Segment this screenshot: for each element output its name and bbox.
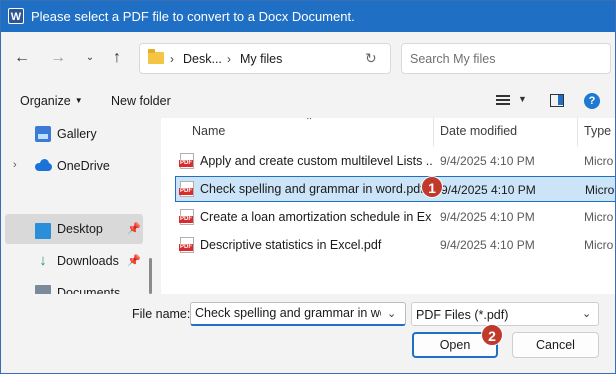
search-input[interactable] — [410, 50, 600, 68]
navigation-bar: ← → ⌄ ↑ › Desk... › My files ↻ — [1, 32, 615, 84]
sidebar-item-onedrive[interactable]: › OneDrive — [1, 151, 151, 181]
up-button[interactable]: ↑ — [106, 48, 128, 68]
dialog-title: Please select a PDF file to convert to a… — [31, 9, 355, 24]
pin-icon: 📌 — [127, 255, 141, 267]
file-row[interactable]: Create a loan amortization schedule in E… — [175, 204, 615, 230]
file-row[interactable]: Descriptive statistics in Excel.pdf 9/4/… — [175, 232, 615, 258]
chevron-right-icon: › — [170, 52, 174, 66]
pin-icon: 📌 — [127, 223, 141, 235]
file-row[interactable]: Apply and create custom multilevel Lists… — [175, 148, 615, 174]
pdf-file-icon — [179, 209, 194, 225]
file-type: Micro — [584, 154, 614, 168]
file-name-input[interactable] — [195, 306, 381, 320]
sidebar-item-documents[interactable]: Documents — [1, 278, 151, 294]
pdf-file-icon — [179, 237, 194, 253]
sidebar-item-downloads[interactable]: ↓ Downloads 📌 — [1, 246, 151, 276]
file-open-dialog: W Please select a PDF file to convert to… — [0, 0, 616, 374]
file-name-label: File name: — [132, 307, 191, 321]
file-date: 9/4/2025 4:10 PM — [440, 238, 535, 252]
chevron-right-icon: › — [227, 52, 231, 66]
sidebar-item-gallery[interactable]: Gallery — [1, 119, 151, 149]
sidebar-item-desktop[interactable]: Desktop 📌 — [5, 214, 143, 244]
file-type-select[interactable]: PDF Files (*.pdf) ⌄ — [411, 302, 599, 326]
onedrive-icon — [35, 158, 52, 174]
column-header-name[interactable]: Name — [192, 124, 225, 138]
arrow-right-icon: → — [50, 49, 66, 66]
file-name: Check spelling and grammar in word.pdf — [200, 182, 424, 196]
sidebar-scrollbar[interactable] — [149, 258, 152, 294]
file-date: 9/4/2025 4:10 PM — [440, 154, 535, 168]
documents-icon — [35, 285, 51, 294]
column-divider[interactable] — [577, 118, 578, 146]
preview-pane-icon[interactable] — [550, 94, 564, 107]
organize-label: Organize — [20, 94, 71, 108]
expand-chevron-icon[interactable]: › — [13, 159, 17, 171]
downloads-icon: ↓ — [39, 252, 47, 269]
sidebar-item-label: Downloads — [57, 254, 119, 268]
recent-locations-button[interactable]: ⌄ — [79, 48, 101, 68]
help-icon[interactable]: ? — [584, 93, 600, 109]
file-date: 9/4/2025 4:10 PM — [440, 210, 535, 224]
column-divider[interactable] — [433, 118, 434, 146]
organize-button[interactable]: Organize ▼ — [20, 94, 83, 108]
refresh-icon[interactable]: ↻ — [365, 50, 377, 67]
pdf-file-icon — [179, 153, 194, 169]
arrow-left-icon: ← — [14, 49, 30, 66]
back-button[interactable]: ← — [11, 48, 33, 68]
sidebar-item-label: Desktop — [57, 222, 103, 236]
search-box[interactable] — [401, 43, 611, 74]
file-type: Micro — [584, 238, 614, 252]
pdf-file-icon — [179, 181, 194, 197]
dialog-footer: File name: ⌄ PDF Files (*.pdf) ⌄ Open Ca… — [1, 294, 615, 373]
navigation-pane[interactable]: Gallery › OneDrive Desktop 📌 ↓ Downloads… — [1, 118, 161, 294]
gallery-icon — [35, 126, 51, 142]
step-badge-2: 2 — [481, 324, 503, 346]
address-bar[interactable]: › Desk... › My files ↻ — [139, 43, 391, 74]
file-name-field[interactable]: ⌄ — [190, 302, 406, 326]
file-name: Apply and create custom multilevel Lists… — [200, 154, 432, 168]
new-folder-button[interactable]: New folder — [111, 94, 171, 108]
column-header-type[interactable]: Type — [584, 124, 611, 138]
forward-button[interactable]: → — [47, 48, 69, 68]
arrow-up-icon: ↑ — [113, 49, 121, 66]
chevron-down-icon: ⌄ — [582, 308, 592, 320]
column-header-date-modified[interactable]: Date modified — [440, 124, 517, 138]
view-options-icon[interactable] — [496, 95, 510, 107]
file-date: 9/4/2025 4:10 PM — [441, 183, 536, 197]
caret-down-icon[interactable]: ▼ — [518, 94, 527, 104]
sidebar-item-label: OneDrive — [57, 159, 110, 173]
file-list[interactable]: ⌃ Name Date modified Type Apply and crea… — [161, 118, 615, 294]
sort-ascending-icon: ⌃ — [305, 118, 314, 127]
desktop-icon — [35, 223, 51, 239]
chevron-down-icon: ⌄ — [85, 52, 95, 63]
cancel-button[interactable]: Cancel — [512, 332, 599, 358]
folder-icon — [148, 49, 164, 64]
breadcrumb-desktop[interactable]: Desk... — [183, 52, 222, 66]
file-name: Descriptive statistics in Excel.pdf — [200, 238, 382, 252]
breadcrumb-my-files[interactable]: My files — [240, 52, 282, 66]
sidebar-item-label: Gallery — [57, 127, 97, 141]
sidebar-item-label: Documents — [57, 286, 121, 294]
file-name: Create a loan amortization schedule in E… — [200, 210, 432, 224]
title-bar: W Please select a PDF file to convert to… — [1, 1, 615, 32]
step-badge-1: 1 — [421, 176, 443, 198]
file-type: Micro — [584, 210, 614, 224]
file-row-selected[interactable]: Check spelling and grammar in word.pdf 9… — [175, 176, 615, 202]
file-type: Micro — [585, 183, 615, 197]
command-bar: Organize ▼ New folder ▼ ? — [1, 84, 615, 118]
word-app-icon: W — [8, 8, 24, 24]
file-type-value: PDF Files (*.pdf) — [416, 308, 509, 322]
chevron-down-icon[interactable]: ⌄ — [387, 307, 396, 320]
caret-down-icon: ▼ — [74, 96, 83, 105]
